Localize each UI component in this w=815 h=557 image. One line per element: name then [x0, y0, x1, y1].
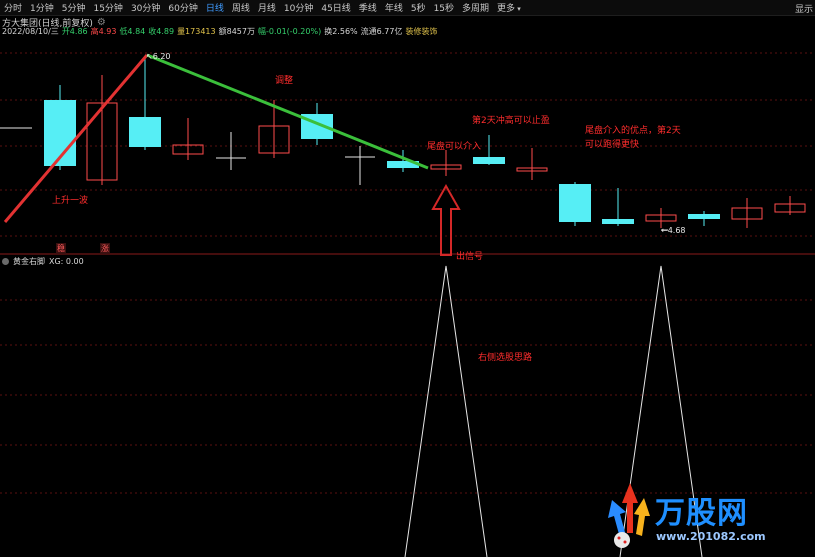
annotation-advantage-1: 尾盘介入的优点，第2天: [585, 126, 681, 136]
signal-spike: [404, 265, 488, 557]
annotation-rise: 上升一波: [52, 196, 89, 206]
annotation-signal: 出信号: [456, 252, 484, 262]
candle: [774, 196, 806, 215]
indicator-value: XG: 0.00: [49, 257, 84, 266]
candle: [172, 118, 204, 160]
marker-stable: 稳: [56, 243, 66, 254]
candle: [688, 211, 720, 226]
marker-rise: 涨: [100, 243, 110, 254]
candle: [216, 132, 246, 170]
annotation-adjust: 调整: [275, 76, 294, 86]
indicator-name: 黄金右脚: [13, 257, 45, 266]
high-price-label: ↖6.20: [146, 52, 171, 61]
low-price-label: ←4.68: [661, 226, 686, 235]
candle: [86, 75, 118, 185]
watermark-url: www.201082.com: [656, 530, 766, 543]
signal-arrow-icon: [431, 183, 461, 256]
indicator-label[interactable]: 黄金右脚 XG: 0.00: [2, 256, 84, 267]
price-grid: [0, 52, 815, 494]
candles: [0, 57, 806, 228]
candle: [516, 148, 548, 180]
annotation-right-side: 右侧选股思路: [478, 353, 533, 363]
candle: [345, 146, 375, 185]
candle: [731, 198, 763, 228]
candle: [602, 188, 634, 226]
candle: [645, 208, 677, 228]
annotation-advantage-2: 可以跑得更快: [585, 140, 640, 150]
watermark-text: 万股网: [655, 496, 748, 531]
annotation-next-day: 第2天冲高可以止盈: [472, 116, 550, 126]
downtrend-line: [146, 53, 429, 170]
indicator-dot-icon: [2, 258, 9, 265]
candlestick-chart[interactable]: [0, 0, 815, 557]
candle: [430, 150, 462, 176]
annotation-tail-entry: 尾盘可以介入: [427, 142, 482, 152]
candle: [559, 182, 591, 226]
